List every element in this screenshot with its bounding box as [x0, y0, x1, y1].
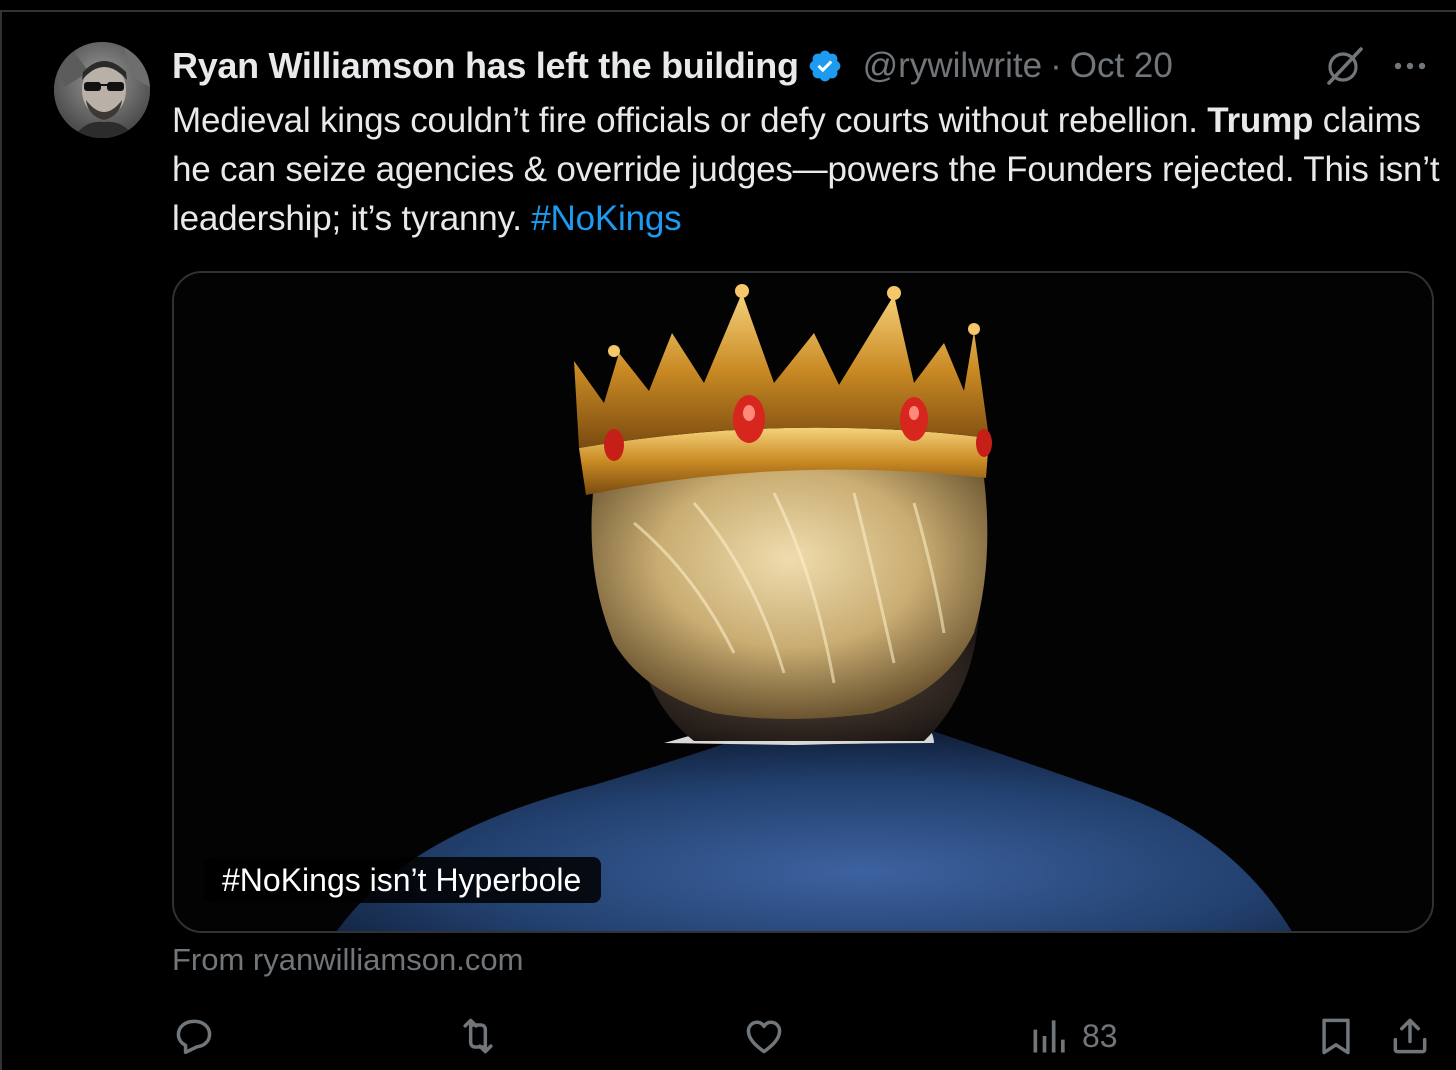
- crowned-head-image: [174, 273, 1432, 931]
- more-options-icon[interactable]: [1390, 54, 1430, 78]
- post-timestamp[interactable]: Oct 20: [1070, 46, 1173, 86]
- divider: [0, 10, 1456, 12]
- post-text-bold: Trump: [1207, 101, 1314, 140]
- reply-button[interactable]: [172, 1014, 216, 1058]
- repost-icon: [463, 1018, 493, 1054]
- share-button[interactable]: [1388, 1014, 1432, 1058]
- source-link[interactable]: From ryanwilliamson.com: [172, 942, 523, 978]
- divider: [0, 10, 2, 1070]
- author-display-name[interactable]: Ryan Williamson has left the building: [172, 45, 799, 87]
- post-page: Ryan Williamson has left the building @r…: [0, 0, 1456, 1070]
- post-text: Medieval kings couldn’t fire officials o…: [172, 96, 1442, 243]
- post-text-segment: Medieval kings couldn’t fire officials o…: [172, 101, 1208, 140]
- hashtag-link[interactable]: #NoKings: [531, 199, 681, 238]
- separator: ·: [1050, 46, 1062, 85]
- repost-button[interactable]: [456, 1014, 500, 1058]
- post-header: Ryan Williamson has left the building @r…: [172, 44, 1173, 88]
- views-icon: [1033, 1020, 1065, 1053]
- share-icon: [1393, 1018, 1427, 1054]
- verified-badge-icon[interactable]: [807, 48, 843, 84]
- reply-icon: [176, 1019, 212, 1055]
- views-count: 83: [1082, 1017, 1118, 1054]
- post-media-image[interactable]: #NoKings isn’t Hyperbole: [172, 271, 1434, 933]
- like-button[interactable]: [742, 1014, 786, 1058]
- media-caption-badge: #NoKings isn’t Hyperbole: [204, 857, 602, 903]
- avatar-photo-icon: [54, 42, 150, 138]
- avatar[interactable]: [54, 42, 150, 138]
- author-handle[interactable]: @rywilwrite: [863, 46, 1042, 86]
- views-button[interactable]: 83: [1028, 1014, 1118, 1058]
- grok-icon[interactable]: [1322, 44, 1366, 88]
- heart-icon: [746, 1020, 782, 1054]
- bookmark-icon: [1322, 1018, 1350, 1055]
- action-bar: 83: [0, 1000, 1456, 1070]
- bookmark-button[interactable]: [1314, 1014, 1358, 1058]
